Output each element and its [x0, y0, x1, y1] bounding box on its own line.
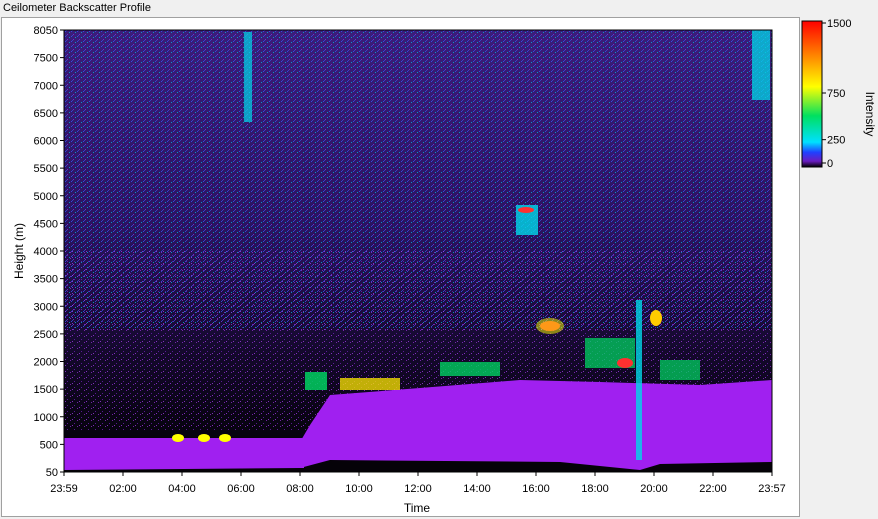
plot-area	[64, 30, 772, 472]
colorbar-tick-label: 250	[827, 135, 845, 147]
x-tick-label: 06:00	[227, 483, 255, 495]
y-tick-label: 4000	[34, 246, 58, 258]
x-tick-label: 12:00	[404, 483, 432, 495]
y-tick-label: 2000	[34, 357, 58, 369]
cyan-streak	[244, 32, 252, 122]
y-tick-label: 5000	[34, 191, 58, 203]
y-tick-label: 3000	[34, 301, 58, 313]
y-tick-label: 5500	[34, 163, 58, 175]
x-tick-label: 04:00	[168, 483, 196, 495]
backscatter-chart: 50 500 1000 1500 2000 2500 3000 3500 4000 4500 500…	[12, 25, 786, 515]
y-tick-label: 50	[46, 467, 58, 479]
x-tick-label: 20:00	[640, 483, 668, 495]
y-tick-label: 500	[40, 439, 58, 451]
colorbar-title: Intensity	[863, 92, 877, 137]
y-tick-label: 7000	[34, 80, 58, 92]
x-axis: 23:59 02:00 04:00 06:00 08:00 10:00 12:00 14:00…	[50, 472, 786, 495]
x-tick-label: 18:00	[581, 483, 609, 495]
x-tick-label: 08:00	[286, 483, 314, 495]
y-tick-label: 1000	[34, 412, 58, 424]
cyan-streak	[752, 30, 770, 100]
x-tick-label: 22:00	[699, 483, 727, 495]
y-axis-title: Height (m)	[12, 223, 26, 279]
colorbar-gradient	[801, 20, 823, 168]
x-tick-label: 23:59	[50, 483, 78, 495]
colorbar: 0 250 750 1500 Intensity	[801, 18, 877, 170]
colorbar-tick-label: 1500	[827, 18, 851, 30]
colorbar-tick-label: 750	[827, 88, 845, 100]
x-axis-title: Time	[404, 501, 431, 515]
x-tick-label: 02:00	[109, 483, 137, 495]
y-tick-label: 6500	[34, 108, 58, 120]
y-tick-label: 7500	[34, 53, 58, 65]
y-axis: 50 500 1000 1500 2000 2500 3000 3500 4000 4500 500…	[34, 25, 64, 479]
x-tick-label: 10:00	[345, 483, 373, 495]
y-tick-label: 2500	[34, 329, 58, 341]
aerosol-layer-left	[64, 438, 304, 468]
x-tick-label: 16:00	[522, 483, 550, 495]
colorbar-tick-label: 0	[827, 158, 833, 170]
y-tick-label: 1500	[34, 384, 58, 396]
y-tick-label: 6000	[34, 136, 58, 148]
colorbar-ticks: 0 250 750 1500	[822, 18, 851, 170]
y-tick-label: 3500	[34, 274, 58, 286]
y-tick-label: 4500	[34, 218, 58, 230]
x-tick-label: 14:00	[463, 483, 491, 495]
x-tick-label: 23:57	[758, 483, 786, 495]
y-tick-label: 8050	[34, 25, 58, 37]
